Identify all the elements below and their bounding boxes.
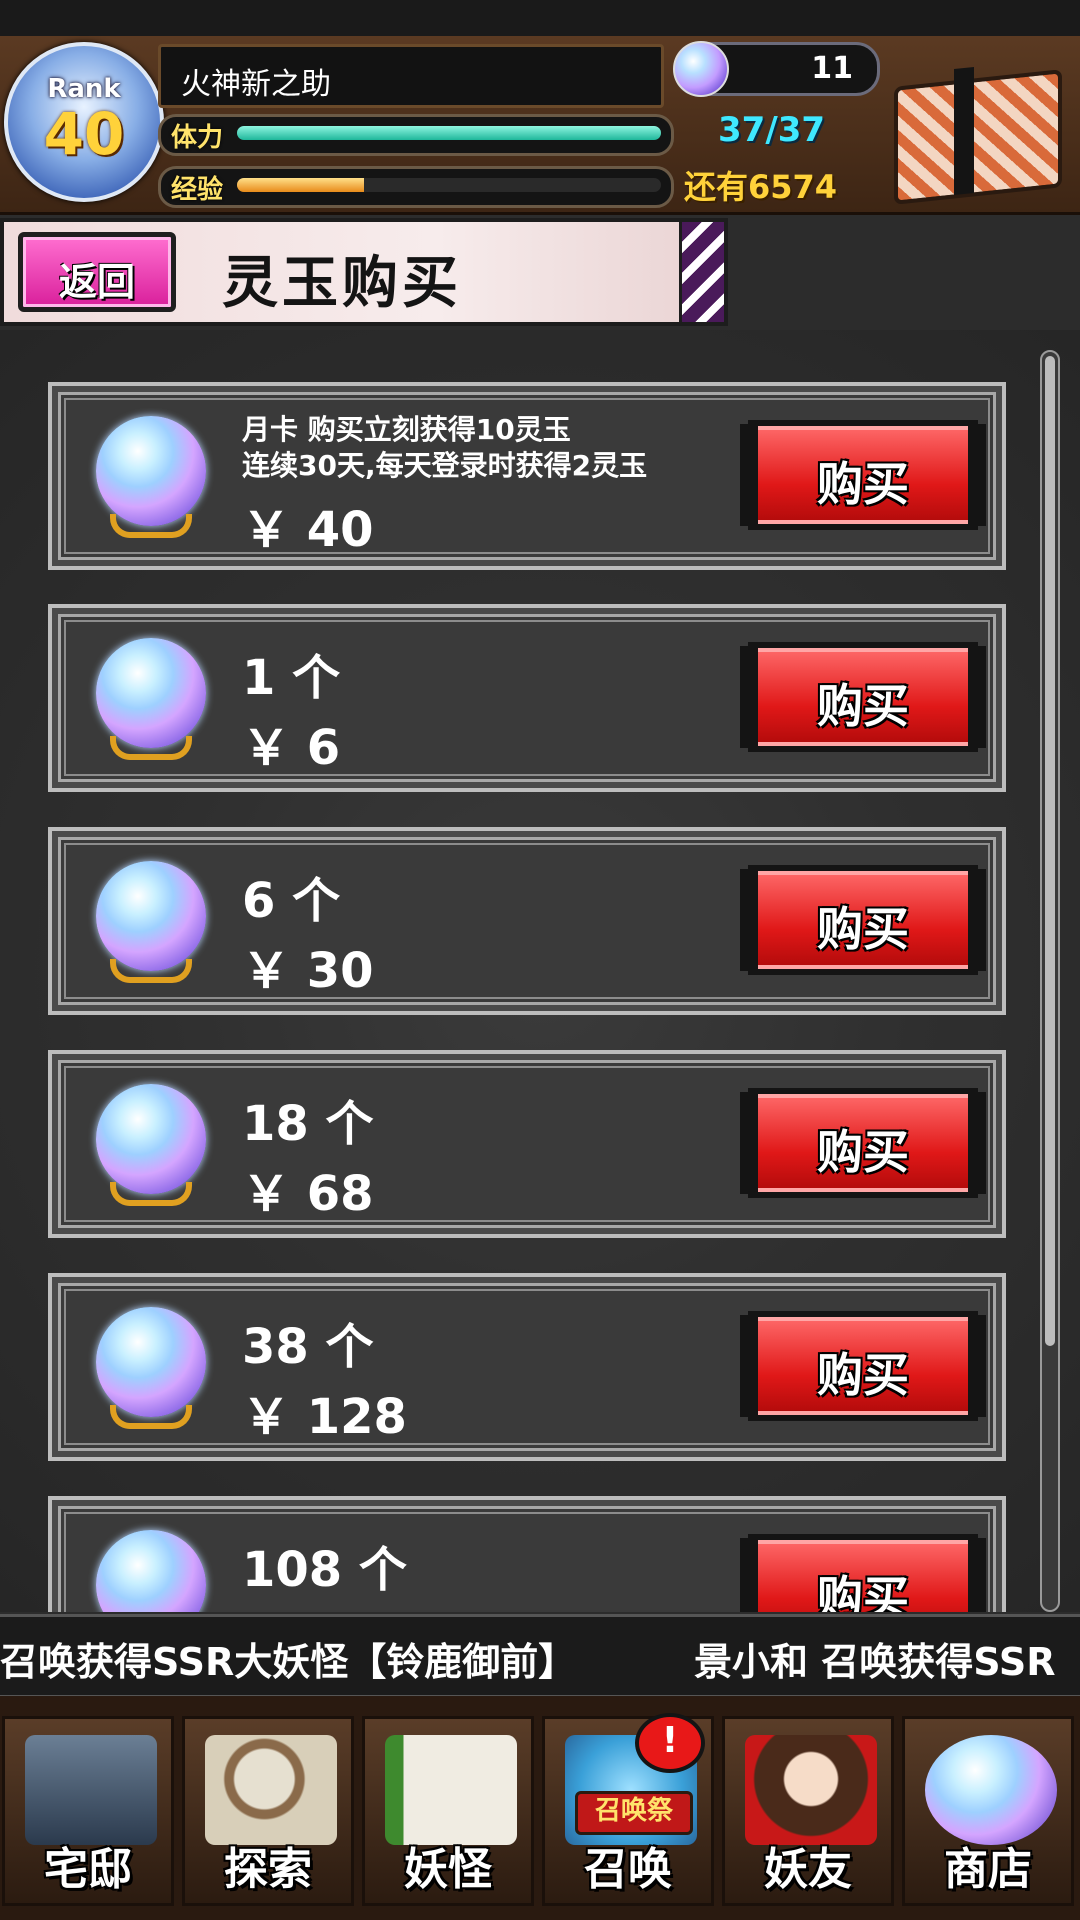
nav-label: 探索 [224, 1844, 312, 1895]
jade-stand-icon [110, 1405, 192, 1429]
item-price: ￥ 68 [242, 1166, 374, 1222]
item-quantity: 18 个 [242, 1096, 374, 1152]
stamina-fill [237, 126, 661, 140]
buy-button[interactable]: 购买 [740, 642, 986, 752]
item-desc-line2: 连续30天,每天登录时获得2灵玉 [242, 449, 648, 482]
item-quantity: 108 个 [242, 1542, 407, 1598]
buy-label: 购买 [817, 1348, 909, 1402]
jade-stand-icon [110, 736, 192, 760]
nav-label: 妖怪 [404, 1844, 492, 1895]
item-description: 月卡 购买立刻获得10灵玉 连续30天,每天登录时获得2灵玉 [242, 412, 647, 484]
item-price: ￥ 40 [242, 502, 374, 558]
buy-label: 购买 [817, 457, 909, 511]
title-banner: 返回 灵玉购买 [0, 218, 728, 326]
nav-summon[interactable]: 召唤祭 ! 召唤 [542, 1713, 714, 1906]
jade-stand-icon [110, 959, 192, 983]
item-price: ￥ 6 [242, 720, 341, 776]
shop-item: 38 个 ￥ 128 购买 [48, 1273, 1006, 1461]
buy-label: 购买 [817, 902, 909, 956]
item-quantity: 1 个 [242, 650, 341, 706]
spirit-jade-icon [96, 638, 206, 748]
gem-counter[interactable]: 11 [673, 41, 880, 97]
shop-item-monthly-card: 月卡 购买立刻获得10灵玉 连续30天,每天登录时获得2灵玉 ￥ 40 购买 [48, 382, 1006, 570]
item-quantity: 38 个 [242, 1319, 374, 1375]
player-header: Rank 40 火神新之助 体力 37/37 经验 还有6574 11 [0, 36, 1080, 215]
notification-badge: ! [635, 1713, 705, 1773]
nav-mansion[interactable]: 宅邸 [2, 1716, 174, 1906]
stamina-bar: 体力 [158, 114, 674, 156]
yokai-scroll-icon [385, 1735, 517, 1845]
nav-friends[interactable]: 妖友 [722, 1716, 894, 1906]
shop-item: 108 个 购买 [48, 1496, 1006, 1612]
nav-yokai[interactable]: 妖怪 [362, 1716, 534, 1906]
spirit-jade-icon [96, 1307, 206, 1417]
buy-label: 购买 [817, 1125, 909, 1179]
item-price: ￥ 30 [242, 943, 374, 999]
spirit-jade-icon [96, 861, 206, 971]
item-desc-line1: 月卡 购买立刻获得10灵玉 [242, 413, 571, 446]
spirit-jade-icon [96, 416, 206, 526]
buy-button[interactable]: 购买 [740, 1534, 986, 1612]
player-name: 火神新之助 [181, 67, 331, 102]
item-price: ￥ 128 [242, 1389, 407, 1445]
jade-stand-icon [110, 1182, 192, 1206]
back-button[interactable]: 返回 [18, 232, 176, 312]
item-quantity: 6 个 [242, 873, 341, 929]
gem-count: 11 [811, 51, 853, 86]
announcement-ticker: 召唤获得SSR大妖怪【铃鹿御前】 景小和 召唤获得SSR [0, 1614, 1080, 1698]
shop-item: 1 个 ￥ 6 购买 [48, 604, 1006, 792]
spirit-jade-icon [96, 1530, 206, 1612]
stamina-value: 37/37 [718, 110, 826, 150]
rank-value: 40 [43, 100, 125, 168]
spirit-jade-icon [925, 1735, 1057, 1845]
banner-stripe [679, 222, 724, 322]
fox-girl-icon [745, 1735, 877, 1845]
nav-explore[interactable]: 探索 [182, 1716, 354, 1906]
nav-label: 召唤 [584, 1844, 672, 1895]
buy-button[interactable]: 购买 [740, 865, 986, 975]
exp-fill [237, 178, 365, 192]
nav-label: 商店 [944, 1844, 1032, 1895]
exp-label: 经验 [171, 175, 224, 205]
mansion-icon [25, 1735, 157, 1845]
ticker-message: 召唤获得SSR大妖怪【铃鹿御前】 [0, 1640, 577, 1684]
shop-item: 18 个 ￥ 68 购买 [48, 1050, 1006, 1238]
shop-list[interactable]: 月卡 购买立刻获得10灵玉 连续30天,每天登录时获得2灵玉 ￥ 40 购买 1… [0, 330, 1080, 1612]
buy-label: 购买 [817, 1571, 909, 1612]
nav-label: 妖友 [764, 1844, 852, 1895]
scrollbar[interactable] [1040, 350, 1060, 1612]
magnifier-map-icon [205, 1735, 337, 1845]
summon-festival-ribbon: 召唤祭 [575, 1791, 693, 1835]
treasure-chest-icon[interactable] [884, 48, 1064, 205]
back-label: 返回 [58, 260, 135, 304]
nav-label: 宅邸 [44, 1844, 132, 1895]
exp-remaining: 还有6574 [684, 168, 838, 206]
jade-stand-icon [110, 514, 192, 538]
page-title: 灵玉购买 [222, 250, 462, 316]
bottom-nav: 宅邸 探索 妖怪 召唤祭 ! 召唤 妖友 商店 [0, 1696, 1080, 1920]
buy-label: 购买 [817, 679, 909, 733]
nav-shop[interactable]: 商店 [902, 1716, 1074, 1906]
spirit-jade-icon [96, 1084, 206, 1194]
buy-button[interactable]: 购买 [740, 1088, 986, 1198]
buy-button[interactable]: 购买 [740, 420, 986, 530]
player-name-box: 火神新之助 [158, 44, 664, 108]
shop-item: 6 个 ￥ 30 购买 [48, 827, 1006, 1015]
scroll-thumb[interactable] [1045, 356, 1055, 1346]
stamina-label: 体力 [171, 123, 224, 153]
exp-bar: 经验 [158, 166, 674, 208]
status-bar [0, 0, 1080, 36]
spirit-jade-icon [673, 41, 729, 97]
rank-badge[interactable]: Rank 40 [4, 42, 164, 202]
ticker-message: 景小和 召唤获得SSR [694, 1640, 1056, 1684]
buy-button[interactable]: 购买 [740, 1311, 986, 1421]
